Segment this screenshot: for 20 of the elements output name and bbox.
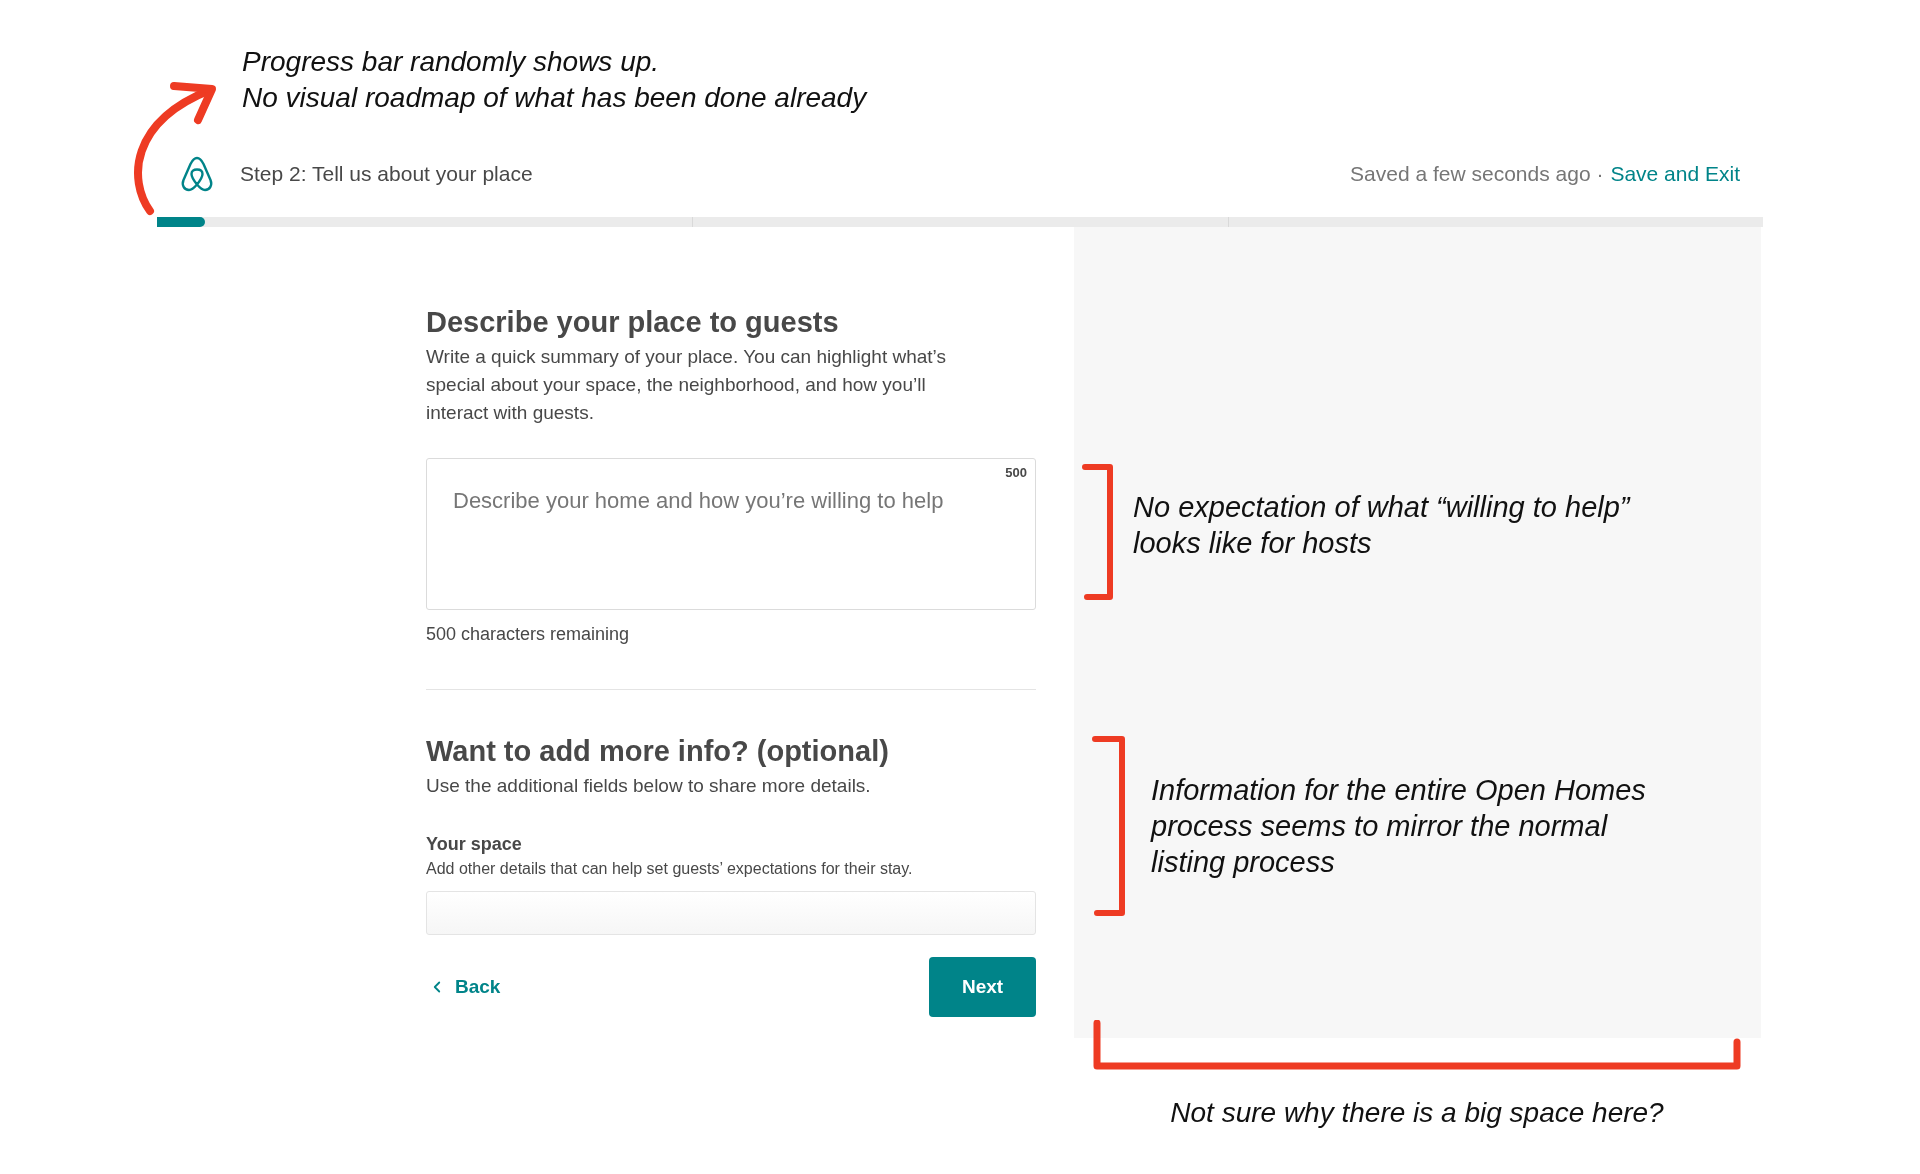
section-heading: Describe your place to guests: [426, 305, 839, 340]
save-and-exit-link[interactable]: Save and Exit: [1610, 160, 1740, 188]
annotation-text: Not sure why there is a big space here?: [1170, 1096, 1664, 1130]
field-hint: Add other details that can help set guests’ expectations for their stay.: [426, 859, 913, 879]
characters-remaining: 500 characters remaining: [426, 623, 630, 646]
character-counter: 500: [1005, 465, 1027, 481]
annotation-text: No expectation of what “willing to help” looks like for hosts: [1133, 490, 1632, 561]
section-description: Use the additional fields below to share more details.: [426, 774, 871, 798]
back-button[interactable]: Back: [426, 972, 501, 1002]
annotation-text: Progress bar randomly shows up.: [242, 45, 660, 79]
logo-icon: [180, 156, 214, 192]
next-button[interactable]: Next: [929, 957, 1036, 1017]
section-heading: Want to add more info? (optional): [426, 734, 889, 769]
input-field[interactable]: [426, 891, 1036, 935]
annotation-text: Information for the entire Open Homes process seems to mirror the normal listing process: [1151, 773, 1647, 880]
save-status: Saved a few seconds ago ·: [1350, 161, 1604, 187]
step-title: Step 2: Tell us about your place: [240, 161, 533, 187]
field-label: Your space: [426, 833, 522, 856]
annotation-text: No visual roadmap of what has been done already: [242, 81, 867, 115]
section-description: Write a quick summary of your place. You can highlight what’s special about your space, the neighborhood, and how you’ll interact with guests.: [426, 345, 947, 425]
